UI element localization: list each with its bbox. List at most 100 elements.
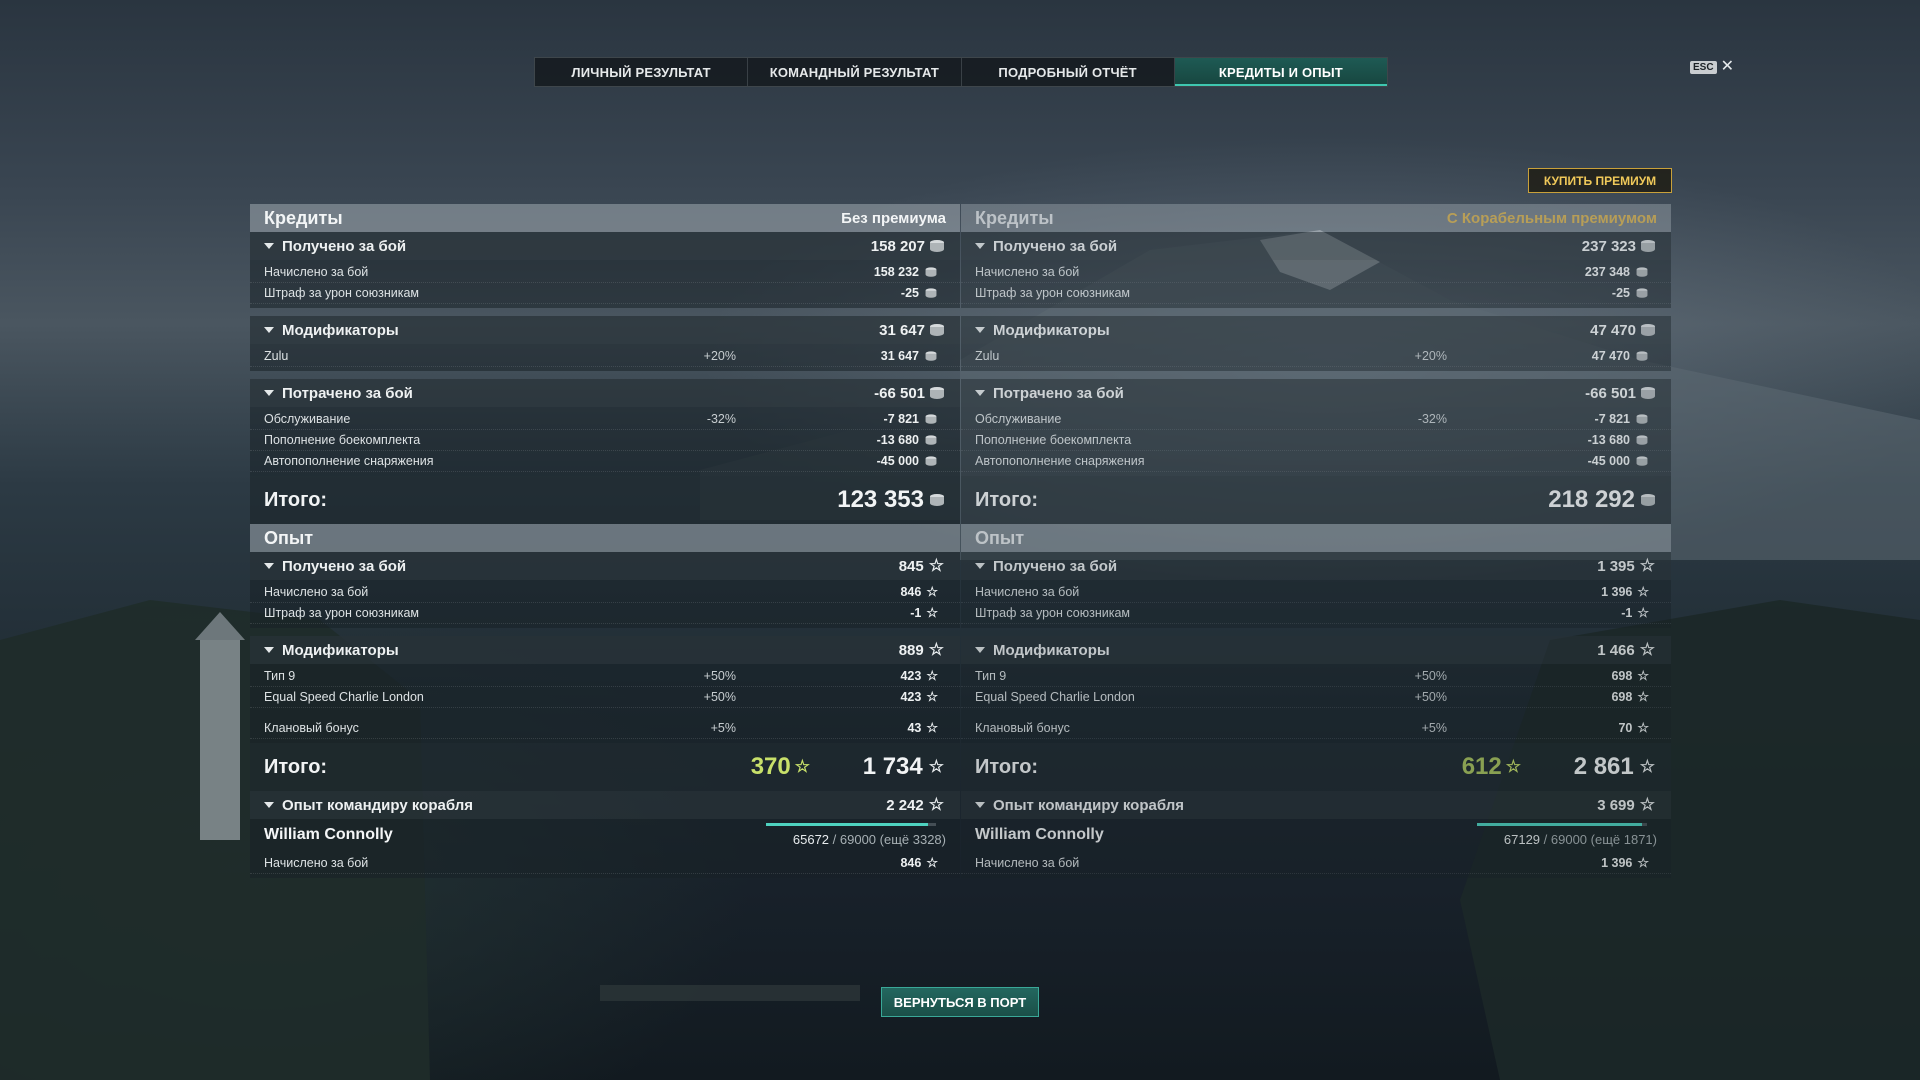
credit-coin-icon bbox=[930, 239, 944, 253]
group-commander-xp[interactable]: Опыт командиру корабля 2 242 ☆ bbox=[250, 791, 960, 819]
progress-fill bbox=[1477, 823, 1643, 826]
credit-coin-icon bbox=[925, 350, 937, 361]
group-value: 237 323 bbox=[1582, 238, 1655, 255]
xp-header: Опыт bbox=[961, 524, 1671, 552]
group-value: 31 647 bbox=[879, 322, 944, 339]
xp-modifier-rows: Тип 9 +50% 423 ☆ Equal Speed Charlie London… bbox=[250, 664, 960, 743]
tab-detailed-report[interactable]: ПОДРОБНЫЙ ОТЧЁТ bbox=[962, 58, 1175, 86]
buy-premium-button[interactable]: КУПИТЬ ПРЕМИУМ bbox=[1528, 168, 1672, 193]
spent-rows: Обслуживание -32% -7 821 Пополнение боеком… bbox=[250, 407, 960, 476]
earned-rows: Начислено за бой 158 232 Штраф за урон со… bbox=[250, 260, 960, 308]
tab-personal-result[interactable]: ЛИЧНЫЙ РЕЗУЛЬТАТ bbox=[535, 58, 749, 86]
triangle-down-icon bbox=[264, 243, 274, 249]
list-item: Equal Speed Charlie London +50% 423 ☆ bbox=[250, 687, 960, 708]
xp-star-icon: ☆ bbox=[1637, 605, 1649, 620]
list-item: Клановый бонус +5% 43 ☆ bbox=[250, 718, 960, 739]
group-value: 1 466 ☆ bbox=[1597, 640, 1655, 659]
group-value: -66 501 bbox=[1585, 385, 1655, 402]
triangle-down-icon bbox=[975, 802, 985, 808]
group-xp-modifiers[interactable]: Модификаторы 1 466 ☆ bbox=[961, 636, 1671, 664]
xp-star-icon: ☆ bbox=[1639, 757, 1655, 776]
group-value: 158 207 bbox=[871, 238, 944, 255]
result-tabs: ЛИЧНЫЙ РЕЗУЛЬТАТ КОМАНДНЫЙ РЕЗУЛЬТАТ ПОД… bbox=[534, 57, 1388, 87]
xp-title: Опыт bbox=[264, 527, 314, 548]
group-spent[interactable]: Потрачено за бой -66 501 bbox=[961, 379, 1671, 407]
xp-star-icon: ☆ bbox=[928, 795, 944, 814]
spent-rows: Обслуживание -32% -7 821 Пополнение боеком… bbox=[961, 407, 1671, 476]
credit-coin-icon bbox=[925, 413, 937, 424]
commander-row: William Connolly 65672 / 69000 (ещё 3328… bbox=[250, 819, 960, 851]
credits-title: Кредиты bbox=[975, 207, 1054, 228]
group-xp-earned[interactable]: Получено за бой 845 ☆ bbox=[250, 552, 960, 580]
credit-coin-icon bbox=[1641, 323, 1655, 337]
list-item: Клановый бонус +5% 70 ☆ bbox=[961, 718, 1671, 739]
xp-title: Опыт bbox=[975, 527, 1025, 548]
group-earned[interactable]: Получено за бой 237 323 bbox=[961, 232, 1671, 260]
triangle-down-icon bbox=[975, 563, 985, 569]
list-item: Пополнение боекомплекта -13 680 bbox=[961, 430, 1671, 451]
close-button[interactable]: ESC ✕ bbox=[1690, 58, 1734, 75]
close-icon: ✕ bbox=[1720, 58, 1734, 75]
xp-star-icon: ☆ bbox=[1637, 855, 1649, 870]
xp-total: Итого: 612 ☆ 2 861 ☆ bbox=[961, 743, 1671, 791]
group-value: -66 501 bbox=[874, 385, 944, 402]
xp-star-icon: ☆ bbox=[928, 757, 944, 776]
commander-name: William Connolly bbox=[975, 826, 1104, 843]
credits-total: Итого: 123 353 bbox=[250, 476, 960, 524]
group-earned[interactable]: Получено за бой 158 207 bbox=[250, 232, 960, 260]
credits-title: Кредиты bbox=[264, 207, 343, 228]
group-value: 845 ☆ bbox=[898, 556, 944, 575]
list-item: Equal Speed Charlie London +50% 698 ☆ bbox=[961, 687, 1671, 708]
credit-coin-icon bbox=[925, 434, 937, 445]
list-item: Начислено за бой 1 396 ☆ bbox=[961, 582, 1671, 603]
group-label: Модификаторы bbox=[282, 321, 399, 339]
group-label: Получено за бой bbox=[282, 557, 407, 575]
modifier-rows: Zulu +20% 31 647 bbox=[250, 344, 960, 371]
xp-earned-rows: Начислено за бой 846 ☆ Штраф за урон союзн… bbox=[250, 580, 960, 628]
credit-coin-icon bbox=[1636, 434, 1648, 445]
triangle-down-icon bbox=[975, 390, 985, 396]
credits-header: Кредиты С Корабельным премиумом bbox=[961, 204, 1671, 232]
group-xp-earned[interactable]: Получено за бой 1 395 ☆ bbox=[961, 552, 1671, 580]
progress-fill bbox=[766, 823, 928, 826]
list-item: Zulu +20% 31 647 bbox=[250, 346, 960, 367]
xp-star-icon: ☆ bbox=[926, 689, 938, 704]
credit-coin-icon bbox=[930, 323, 944, 337]
list-item: Пополнение боекомплекта -13 680 bbox=[250, 430, 960, 451]
xp-total: Итого: 370 ☆ 1 734 ☆ bbox=[250, 743, 960, 791]
credits-total: Итого: 218 292 bbox=[961, 476, 1671, 524]
group-value: 47 470 bbox=[1590, 322, 1655, 339]
xp-star-icon: ☆ bbox=[926, 720, 938, 735]
group-modifiers[interactable]: Модификаторы 31 647 bbox=[250, 316, 960, 344]
group-xp-modifiers[interactable]: Модификаторы 889 ☆ bbox=[250, 636, 960, 664]
list-item: Начислено за бой 846 ☆ bbox=[250, 853, 960, 874]
esc-key-badge: ESC bbox=[1690, 60, 1717, 74]
xp-star-icon: ☆ bbox=[928, 640, 944, 659]
triangle-down-icon bbox=[264, 327, 274, 333]
credit-coin-icon bbox=[1636, 287, 1648, 298]
list-item: Начислено за бой 846 ☆ bbox=[250, 582, 960, 603]
triangle-down-icon bbox=[264, 390, 274, 396]
triangle-down-icon bbox=[264, 802, 274, 808]
xp-star-icon: ☆ bbox=[1639, 556, 1655, 575]
group-spent[interactable]: Потрачено за бой -66 501 bbox=[250, 379, 960, 407]
credit-coin-icon bbox=[930, 386, 944, 400]
group-label: Получено за бой bbox=[993, 557, 1118, 575]
list-item: Штраф за урон союзникам -1 ☆ bbox=[250, 603, 960, 624]
group-commander-xp[interactable]: Опыт командиру корабля 3 699 ☆ bbox=[961, 791, 1671, 819]
commander-rows: Начислено за бой 1 396 ☆ bbox=[961, 851, 1671, 878]
group-label: Модификаторы bbox=[993, 641, 1110, 659]
panel-with-premium: Кредиты С Корабельным премиумом Получено… bbox=[961, 204, 1671, 878]
xp-star-icon: ☆ bbox=[1505, 757, 1521, 776]
credit-coin-icon bbox=[1641, 239, 1655, 253]
group-modifiers[interactable]: Модификаторы 47 470 bbox=[961, 316, 1671, 344]
xp-bonus: 612 ☆ bbox=[1461, 753, 1521, 780]
list-item: Zulu +20% 47 470 bbox=[961, 346, 1671, 367]
credit-coin-icon bbox=[1641, 386, 1655, 400]
modifier-rows: Zulu +20% 47 470 bbox=[961, 344, 1671, 371]
triangle-down-icon bbox=[264, 563, 274, 569]
tab-credits-and-xp[interactable]: КРЕДИТЫ И ОПЫТ bbox=[1174, 58, 1387, 86]
back-to-port-button[interactable]: ВЕРНУТЬСЯ В ПОРТ bbox=[881, 987, 1039, 1017]
xp-star-icon: ☆ bbox=[1637, 668, 1649, 683]
tab-team-result[interactable]: КОМАНДНЫЙ РЕЗУЛЬТАТ bbox=[748, 58, 962, 86]
